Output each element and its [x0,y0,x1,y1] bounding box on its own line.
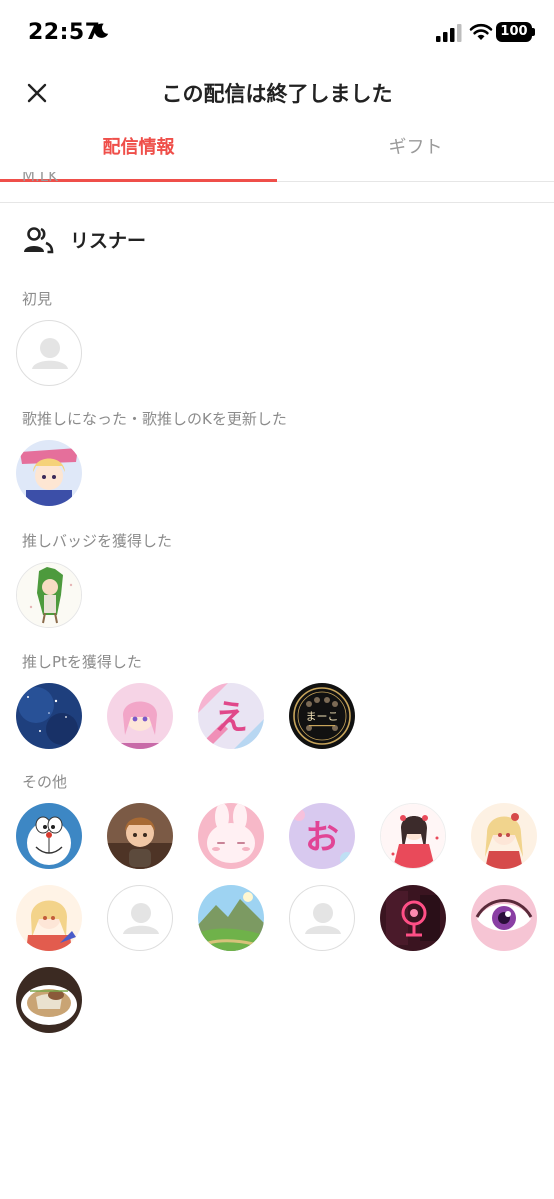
listener-avatar[interactable]: まーこ [289,683,355,749]
status-bar: 22:57 100 [0,0,554,66]
avatar-row-others-1: お [16,803,538,869]
lolita-girl-avatar [381,804,445,868]
default-avatar-icon [123,903,159,934]
gold-badge-avatar: まーこ [289,683,355,749]
header: この配信は終了しました [0,66,554,118]
avatar-row-oshi-pt: え まーこ [16,683,376,749]
moon-icon [94,23,109,38]
chibi-boy-avatar [107,803,173,869]
page-title: この配信は終了しました [161,82,393,106]
svg-text:お: お [305,818,339,858]
listener-avatar[interactable] [289,885,355,951]
hiragana-o-avatar: お [289,803,355,869]
svg-text:え: え [214,698,248,738]
stream-ended-screen: 22:57 100 この配信は終了しました 配信情報 ギフト M.LK リスナー… [0,0,554,1199]
hiragana-e-avatar: え [198,683,264,749]
group-label-first-time: 初見 [22,290,53,308]
listener-avatar[interactable] [198,885,264,951]
listener-avatar[interactable] [107,885,173,951]
cellular-signal-icon [436,24,462,42]
listener-avatar[interactable] [380,885,446,951]
green-hair-character-avatar [17,563,81,627]
ramen-photo-avatar [16,967,82,1033]
group-label-song-oshi: 歌推しになった・歌推しのKを更新した [22,410,287,428]
listener-avatar[interactable] [471,803,537,869]
listener-avatar[interactable] [198,803,264,869]
scrolled-off-text: M.LK [22,172,58,185]
listener-avatar[interactable]: え [198,683,264,749]
tab-bar: 配信情報 ギフト [0,120,554,182]
blonde-girl-avatar [16,885,82,951]
neon-mic-avatar [380,885,446,951]
listener-avatar[interactable] [16,683,82,749]
section-divider [0,202,554,203]
battery-tip [532,28,535,36]
status-time: 22:57 [28,20,101,45]
default-avatar-icon [32,338,68,369]
gold-badge-text: まーこ [306,710,339,723]
listener-avatar[interactable] [16,967,82,1033]
listener-avatar[interactable] [16,885,82,951]
default-avatar-icon [305,903,341,934]
group-label-oshi-pt: 推しPtを獲得した [22,653,142,671]
pastel-anime-avatar [107,683,173,749]
starry-sky-avatar [16,683,82,749]
robot-cat-avatar [16,803,82,869]
group-label-others: その他 [22,773,68,791]
listener-avatar[interactable] [471,885,537,951]
group-label-oshi-badge: 推しバッジを獲得した [22,532,173,550]
pink-bunny-avatar [198,803,264,869]
listener-avatar[interactable] [16,440,82,506]
blonde-anime-avatar [471,803,537,869]
listener-avatar[interactable] [107,803,173,869]
listener-avatar[interactable] [16,562,82,628]
listeners-title: リスナー [70,230,147,252]
anime-eye-avatar [471,885,537,951]
users-icon [24,227,54,254]
avatar-row-others-2 [16,885,538,951]
listener-avatar[interactable] [16,320,82,386]
landscape-avatar [198,885,264,951]
listener-avatar[interactable] [107,683,173,749]
battery-indicator: 100 [496,22,532,42]
listener-avatar[interactable]: お [289,803,355,869]
wifi-icon [469,23,493,40]
tab-gift[interactable]: ギフト [277,120,554,182]
anime-girl-avatar [16,440,82,506]
listener-avatar[interactable] [380,803,446,869]
listener-avatar[interactable] [16,803,82,869]
